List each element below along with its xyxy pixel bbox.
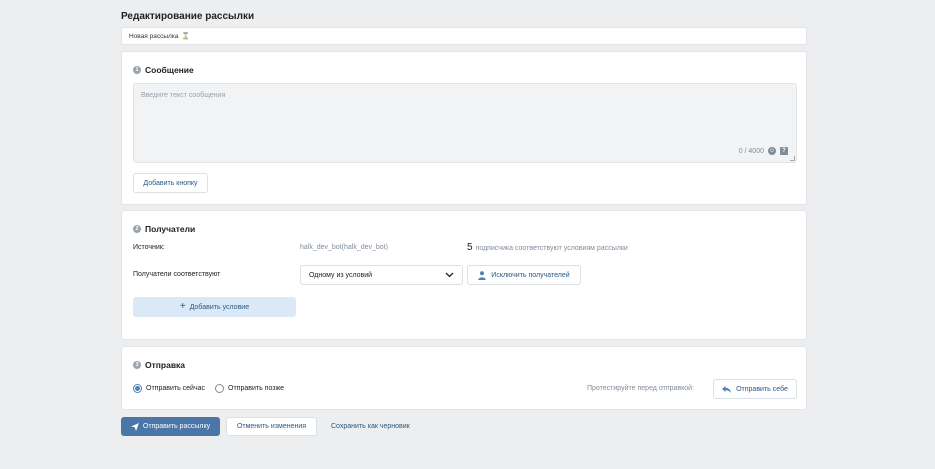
source-value: halk_dev_bot(halk_dev_bot) xyxy=(300,244,388,251)
radio-unchecked-icon xyxy=(215,384,224,393)
variable-icon[interactable]: ? xyxy=(780,147,788,155)
hourglass-icon: ⌛ xyxy=(181,33,190,40)
recipients-section: 2 Получатели Источник: halk_dev_bot(halk… xyxy=(121,210,807,340)
step-number-icon: 1 xyxy=(133,66,141,74)
sending-section: 3 Отправка Отправить сейчас Отправить по… xyxy=(121,346,807,410)
exclude-recipients-button[interactable]: Исключить получателей xyxy=(467,265,581,285)
smile-icon[interactable]: ☺ xyxy=(768,147,776,155)
user-icon xyxy=(478,270,486,280)
mailing-name-value: Новая рассылка xyxy=(129,32,179,40)
cancel-changes-button[interactable]: Отменить изменения xyxy=(226,417,317,436)
match-text: подписчика соответствуют условиям рассыл… xyxy=(475,245,628,252)
send-now-label: Отправить сейчас xyxy=(146,385,205,392)
send-now-radio[interactable]: Отправить сейчас xyxy=(133,384,205,393)
add-button-button[interactable]: Добавить кнопку xyxy=(133,173,208,193)
message-section-title: 1 Сообщение xyxy=(133,65,194,75)
char-counter-text: 0 / 4000 xyxy=(738,147,764,155)
recipients-title: Получатели xyxy=(145,224,196,234)
add-condition-button[interactable]: + Добавить условие xyxy=(133,297,296,317)
plus-icon: + xyxy=(179,301,186,312)
condition-select[interactable]: Одному из условий xyxy=(300,265,463,285)
send-later-radio[interactable]: Отправить позже xyxy=(215,384,284,393)
send-time-radio-group: Отправить сейчас Отправить позже xyxy=(133,384,284,393)
condition-label: Получатели соответствуют xyxy=(133,271,221,278)
page-title: Редактирование рассылки xyxy=(121,11,255,22)
paper-plane-icon xyxy=(130,422,139,431)
send-later-label: Отправить позже xyxy=(228,385,285,392)
save-draft-link[interactable]: Сохранить как черновик xyxy=(331,423,410,430)
match-info: 5 подписчика соответствуют условиям расс… xyxy=(467,242,628,253)
message-section: 1 Сообщение Введите текст сообщения 0 / … xyxy=(121,51,807,205)
chevron-down-icon xyxy=(445,272,454,278)
mailing-name-field[interactable]: Новая рассылка ⌛ xyxy=(121,27,807,45)
reply-icon xyxy=(722,385,732,393)
char-counter: 0 / 4000 ☺ ? xyxy=(739,147,788,155)
step-number-icon: 2 xyxy=(133,225,141,233)
message-placeholder: Введите текст сообщения xyxy=(141,92,226,99)
message-title: Сообщение xyxy=(145,65,194,75)
recipients-section-title: 2 Получатели xyxy=(133,224,195,234)
send-mailing-label: Отправить рассылку xyxy=(142,423,211,430)
message-textarea[interactable]: Введите текст сообщения 0 / 4000 ☺ ? xyxy=(133,83,797,163)
sending-section-title: 3 Отправка xyxy=(133,360,185,370)
exclude-recipients-label: Исключить получателей xyxy=(491,271,570,279)
test-label: Протестируйте перед отправкой: xyxy=(587,385,694,392)
add-condition-label: Добавить условие xyxy=(189,303,250,311)
step-number-icon: 3 xyxy=(133,361,141,369)
match-count: 5 xyxy=(467,242,473,253)
condition-select-value: Одному из условий xyxy=(309,271,373,279)
radio-checked-icon xyxy=(133,384,142,393)
send-mailing-button[interactable]: Отправить рассылку xyxy=(121,417,220,436)
source-label: Источник: xyxy=(133,244,165,251)
send-to-self-button[interactable]: Отправить себе xyxy=(713,379,797,399)
send-to-self-label: Отправить себе xyxy=(736,385,788,393)
sending-title: Отправка xyxy=(145,360,186,370)
resize-handle[interactable] xyxy=(790,156,795,161)
